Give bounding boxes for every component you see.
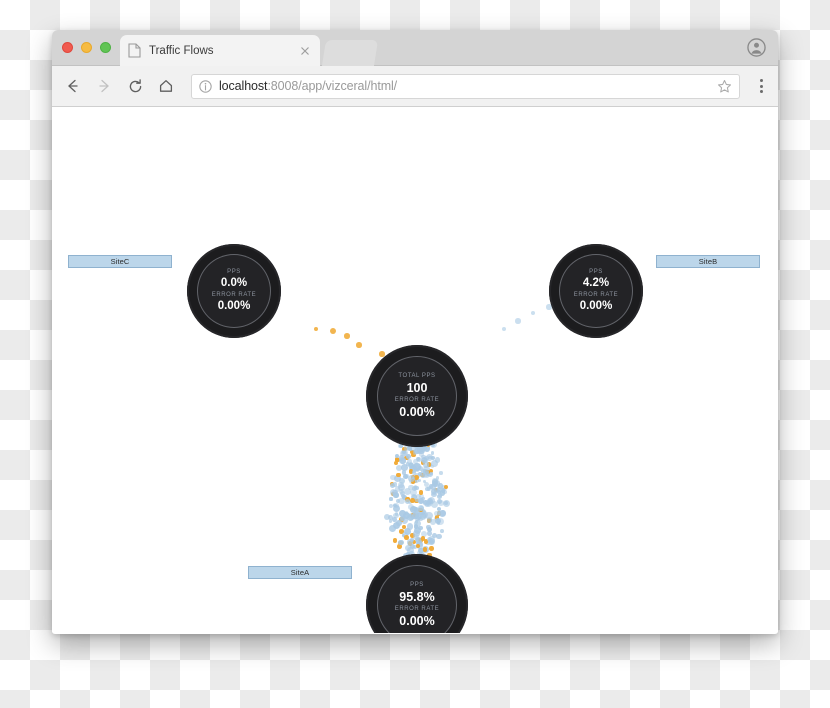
tab-title: Traffic Flows: [149, 44, 214, 57]
forward-arrow-icon: [99, 79, 109, 93]
new-tab-placeholder[interactable]: [321, 40, 379, 66]
node-central-inner: TOTAL PPS 100 ERROR RATE 0.00%: [377, 356, 457, 436]
back-button[interactable]: [62, 75, 84, 97]
three-dot-menu-icon[interactable]: [752, 79, 768, 93]
node-sitea-pps-label: PPS: [410, 581, 424, 588]
node-central-error-label: ERROR RATE: [394, 397, 440, 403]
site-label-sitea[interactable]: SiteA: [248, 566, 352, 579]
node-sitea-error-value: 0.00%: [399, 614, 435, 629]
reload-button[interactable]: [124, 75, 146, 97]
vizceral-canvas[interactable]: SiteC PPS 0.0% ERROR RATE 0.00% SiteB PP…: [52, 107, 778, 633]
browser-toolbar: localhost:8008/app/vizceral/html/: [52, 66, 778, 107]
site-label-sitec[interactable]: SiteC: [68, 255, 172, 268]
node-sitea-error-label: ERROR RATE: [394, 606, 440, 612]
back-arrow-icon: [68, 79, 78, 93]
node-central-error-value: 0.00%: [399, 405, 435, 420]
info-icon[interactable]: [199, 79, 212, 93]
node-sitec[interactable]: PPS 0.0% ERROR RATE 0.00%: [187, 244, 281, 338]
home-button[interactable]: [155, 75, 177, 97]
node-sitec-error-value: 0.00%: [217, 300, 251, 313]
node-central-pps-label: TOTAL PPS: [398, 372, 436, 379]
node-sitec-error-label: ERROR RATE: [211, 292, 257, 298]
node-sitec-inner: PPS 0.0% ERROR RATE 0.00%: [197, 254, 271, 328]
node-sitec-pps-value: 0.0%: [220, 277, 248, 290]
reload-icon: [129, 78, 141, 92]
node-siteb-error-value: 0.00%: [579, 300, 613, 313]
node-central-pps-value: 100: [406, 380, 428, 395]
close-window-button[interactable]: [62, 42, 73, 53]
tab-strip: Traffic Flows: [52, 30, 778, 66]
tab-traffic-flows[interactable]: Traffic Flows: [120, 35, 320, 66]
node-siteb[interactable]: PPS 4.2% ERROR RATE 0.00%: [549, 244, 643, 338]
node-siteb-pps-label: PPS: [589, 268, 603, 275]
address-bar[interactable]: localhost:8008/app/vizceral/html/: [191, 73, 740, 99]
node-siteb-pps-value: 4.2%: [582, 277, 610, 290]
forward-button[interactable]: [93, 75, 115, 97]
browser-window: Traffic Flows localhost:8008/app/vizcera…: [52, 30, 778, 634]
url-host: localhost: [219, 79, 268, 93]
url-path: :8008/app/vizceral/html/: [267, 79, 398, 93]
node-siteb-inner: PPS 4.2% ERROR RATE 0.00%: [559, 254, 633, 328]
page-icon: [128, 43, 141, 58]
desktop-backdrop: Traffic Flows localhost:8008/app/vizcera…: [0, 0, 830, 708]
url-text: localhost:8008/app/vizceral/html/: [219, 79, 712, 93]
minimize-window-button[interactable]: [81, 42, 92, 53]
zoom-window-button[interactable]: [100, 42, 111, 53]
node-sitea-pps-value: 95.8%: [399, 589, 435, 604]
node-siteb-error-label: ERROR RATE: [573, 292, 619, 298]
node-sitea-inner: PPS 95.8% ERROR RATE 0.00%: [377, 565, 457, 633]
node-sitea[interactable]: PPS 95.8% ERROR RATE 0.00%: [366, 554, 468, 633]
node-central[interactable]: TOTAL PPS 100 ERROR RATE 0.00%: [366, 345, 468, 447]
close-icon[interactable]: [298, 44, 312, 58]
home-icon: [159, 80, 173, 92]
node-sitec-pps-label: PPS: [227, 268, 241, 275]
site-label-siteb[interactable]: SiteB: [656, 255, 760, 268]
window-controls: [62, 42, 111, 53]
star-icon[interactable]: [717, 79, 732, 94]
profile-avatar-icon[interactable]: [747, 38, 766, 57]
